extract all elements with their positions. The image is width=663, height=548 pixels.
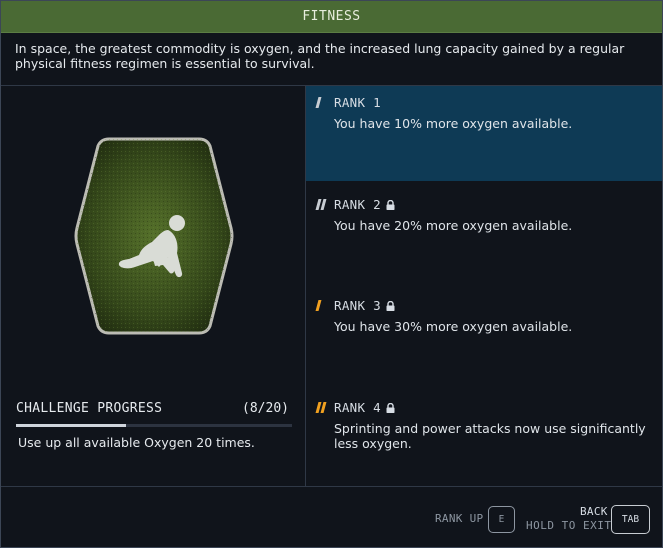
tier-bar (320, 402, 327, 413)
rank-description: You have 30% more oxygen available. (334, 319, 573, 334)
rank-description: You have 20% more oxygen available. (334, 218, 573, 233)
rank-up-label: RANK UP (435, 512, 484, 525)
tier-bar (315, 300, 322, 311)
rank-tier-icon (315, 402, 327, 413)
challenge-count: (8/20) (242, 401, 289, 416)
lock-icon (386, 200, 395, 210)
rank-item-3[interactable]: RANK 3 You have 30% more oxygen availabl… (306, 289, 662, 384)
rank-description: You have 10% more oxygen available. (334, 116, 573, 131)
challenge-title: CHALLENGE PROGRESS (16, 401, 163, 416)
challenge-progress-fill (16, 424, 127, 427)
skill-description: In space, the greatest commodity is oxyg… (15, 41, 625, 71)
rank-label: RANK 3 (334, 298, 381, 313)
title-bar: FITNESS (1, 1, 662, 33)
back-label: BACK (580, 505, 608, 518)
skill-title: FITNESS (302, 9, 361, 24)
tier-bar (315, 97, 322, 108)
rank-item-4[interactable]: RANK 4 Sprinting and power attacks now u… (306, 391, 662, 486)
skill-window: FITNESS In space, the greatest commodity… (0, 0, 663, 548)
challenge-description: Use up all available Oxygen 20 times. (18, 435, 255, 450)
rank-description: Sprinting and power attacks now use sign… (334, 421, 646, 451)
rank-item-2[interactable]: RANK 2 You have 20% more oxygen availabl… (306, 188, 662, 283)
rank-up-key-button[interactable]: E (488, 506, 515, 533)
rank-tier-icon (315, 199, 327, 210)
rank-tier-icon (315, 300, 322, 311)
challenge-progress-bar (16, 424, 292, 427)
hold-to-exit-label: HOLD TO EXIT (526, 519, 612, 532)
back-key-button[interactable]: TAB (611, 505, 650, 534)
rank-label: RANK 1 (334, 95, 381, 110)
rank-tier-icon (315, 97, 322, 108)
lock-icon (386, 301, 395, 311)
tier-bar (320, 199, 327, 210)
lock-icon (386, 403, 395, 413)
skill-badge (74, 137, 234, 335)
rank-label: RANK 2 (334, 197, 381, 212)
divider (1, 486, 662, 487)
rank-list: RANK 1 You have 10% more oxygen availabl… (306, 86, 662, 486)
rank-label: RANK 4 (334, 400, 381, 415)
rank-item-1[interactable]: RANK 1 You have 10% more oxygen availabl… (306, 86, 662, 181)
